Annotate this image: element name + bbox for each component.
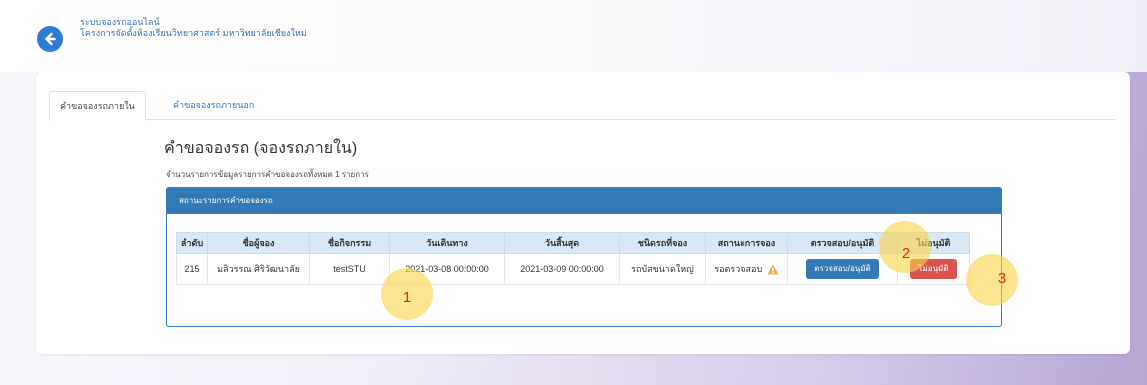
top-header: ระบบจองรถออนไลน์ โครงการจัดตั้งห้องเรียน… bbox=[0, 0, 1147, 72]
marker-label-2: 2 bbox=[901, 244, 911, 262]
cell-vehicle: รถบัสขนาดใหญ่ bbox=[619, 253, 706, 285]
marker-label-3: 3 bbox=[997, 270, 1007, 287]
app-subtitle: โครงการจัดตั้งห้องเรียนวิทยาศาสตร์ มหาวิ… bbox=[80, 28, 307, 38]
table-row: 215 มลิวรรณ ศิริวัฒนาลัย testSTU 2021-03… bbox=[176, 253, 970, 285]
approve-button[interactable]: ตรวจสอบ/อนุมัติ bbox=[806, 259, 879, 279]
request-table: ลำดับ ชื่อผู้จอง ชื่อกิจกรรม วันเดินทาง … bbox=[176, 232, 970, 285]
content-card: คำขอจองรถภายใน คำขอจองรถภายนอก คำขอจองรถ… bbox=[36, 72, 1130, 354]
step-marker-3: 3 bbox=[966, 254, 1018, 306]
status-text: รอตรวจสอบ bbox=[714, 264, 763, 274]
col-header-end: วันสิ้นสุด bbox=[504, 232, 620, 254]
tab-internal-requests[interactable]: คำขอจองรถภายใน bbox=[49, 91, 146, 121]
cell-end: 2021-03-09 00:00:00 bbox=[504, 253, 620, 285]
col-header-status: สถานะการจอง bbox=[705, 232, 788, 254]
warning-icon bbox=[767, 264, 779, 275]
back-button[interactable] bbox=[37, 26, 63, 52]
tab-external-requests[interactable]: คำขอจองรถภายนอก bbox=[163, 91, 264, 119]
marker-label-1: 1 bbox=[402, 288, 412, 306]
step-marker-2: 2 bbox=[879, 221, 931, 273]
step-marker-1: 1 bbox=[381, 268, 433, 320]
record-count: จำนวนรายการข้อมูลรายการคำขอจองรถทั้งหมด … bbox=[166, 170, 369, 179]
table-header-row: ลำดับ ชื่อผู้จอง ชื่อกิจกรรม วันเดินทาง … bbox=[176, 232, 970, 254]
panel-title: สถานะรายการคำขอจองรถ bbox=[167, 188, 1001, 214]
cell-activity: testSTU bbox=[309, 253, 390, 285]
tab-bar: คำขอจองรถภายใน คำขอจองรถภายนอก bbox=[49, 91, 1116, 121]
col-header-start: วันเดินทาง bbox=[389, 232, 505, 254]
col-header-activity: ชื่อกิจกรรม bbox=[309, 232, 390, 254]
cell-name: มลิวรรณ ศิริวัฒนาลัย bbox=[207, 253, 310, 285]
arrow-left-icon bbox=[45, 32, 56, 46]
col-header-id: ลำดับ bbox=[176, 232, 208, 254]
app-title: ระบบจองรถออนไลน์ bbox=[80, 17, 160, 27]
cell-id: 215 bbox=[176, 253, 208, 285]
col-header-name: ชื่อผู้จอง bbox=[207, 232, 310, 254]
col-header-vehicle: ชนิดรถที่จอง bbox=[619, 232, 706, 254]
cell-status: รอตรวจสอบ bbox=[705, 253, 788, 285]
page-title: คำขอจองรถ (จองรถภายใน) bbox=[164, 140, 358, 157]
request-panel: สถานะรายการคำขอจองรถ ลำดับ ชื่อผู้จอง ชื… bbox=[166, 187, 1002, 327]
